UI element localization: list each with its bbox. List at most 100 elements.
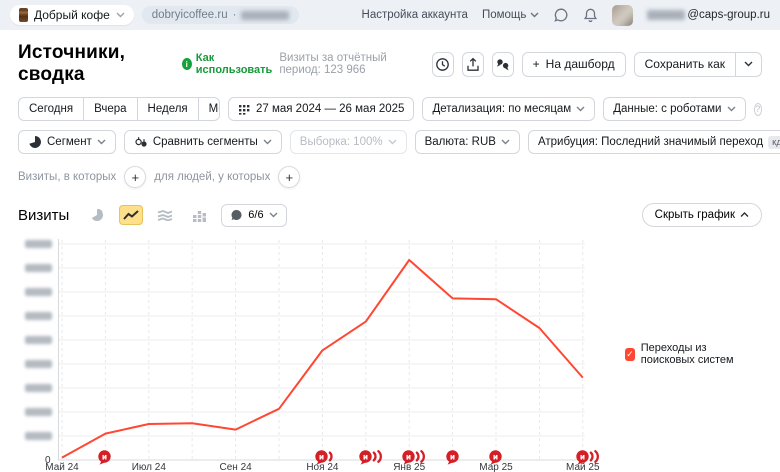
help-question-icon[interactable]: ? [754,103,763,116]
email-prefix-blurred [647,10,685,20]
chevron-down-icon [744,61,753,67]
email-domain: @caps-group.ru [687,9,770,21]
annotation-marker-фев-25[interactable]: и [446,450,472,471]
counter-domain[interactable]: dobryicoffee.ru · [142,6,300,24]
chevron-down-icon [388,139,397,145]
save-as-menu-button[interactable] [736,52,762,77]
y-tick-label-blurred [25,360,52,368]
annotation-marker-май-25[interactable]: и [576,450,602,471]
add-to-dashboard-button[interactable]: + На дашборд [522,52,626,77]
avatar[interactable] [612,5,633,26]
user-email[interactable]: @caps-group.ru [647,9,770,21]
plus-glyph: + [533,57,540,71]
attribution-label: Атрибуция: Последний значимый переход [538,136,763,148]
two-drops-icon [495,57,510,71]
visits-chart[interactable]: 0 Май 24Июл 24Сен 24Ноя 24Янв 25Мар 25Ма… [18,229,762,472]
svg-text:и: и [406,452,411,461]
chat-icon[interactable] [553,7,569,23]
y-tick-label-blurred [25,240,52,248]
compare-data-button[interactable] [492,52,514,77]
detalization-label: Детализация: по месяцам [432,103,571,115]
sampling-label: Выборка: 100% [300,136,383,148]
add-visit-filter-button[interactable]: + [124,166,146,188]
period-tabs: СегодняВчераНеделяМесяцКварталГод [18,97,220,121]
visits-filter-label: Визиты, в которых [18,171,116,183]
segment-button[interactable]: Сегмент [18,130,116,154]
chart-section-title: Визиты [18,207,69,224]
data-mode-label: Данные: с роботами [613,103,721,115]
people-filter-label: для людей, у которых [154,171,270,183]
currency-dropdown[interactable]: Валюта: RUB [415,130,520,154]
metrics-selector[interactable]: 6/6 [221,204,286,227]
metrics-counter: 6/6 [248,209,263,221]
chart-type-pie-button[interactable] [85,205,109,225]
chevron-down-icon [530,12,539,18]
hide-chart-label: Скрыть график [655,209,735,221]
project-selector[interactable]: Добрый кофе [10,5,134,25]
svg-text:и: и [493,452,498,461]
period-tab-месяц[interactable]: Месяц [198,98,220,120]
x-tick-label: Сен 24 [219,462,251,472]
annotation-marker-ноя-24[interactable]: и [315,450,341,471]
y-tick-label-blurred [25,432,52,440]
compare-segments-label: Сравнить сегменты [153,136,258,148]
legend-label: Переходы из поисковых систем [641,342,762,366]
chevron-up-icon [740,212,749,218]
save-as-button[interactable]: Сохранить как [634,52,736,77]
annotation-marker-янв-25[interactable]: и [402,450,428,471]
bell-icon[interactable] [583,7,598,23]
y-tick-label-blurred [25,336,52,344]
chevron-down-icon [97,139,106,145]
annotation-marker-июн-24[interactable]: и [98,450,124,471]
chevron-down-icon [269,212,278,218]
info-icon: i [182,58,192,70]
export-icon [466,57,480,72]
period-tab-неделя[interactable]: Неделя [137,98,198,120]
date-range-label: 27 мая 2024 — 26 мая 2025 [256,103,404,115]
chevron-down-icon [576,106,585,112]
period-tab-вчера[interactable]: Вчера [83,98,136,120]
comment-icon [230,209,243,221]
currency-label: Валюта: RUB [425,136,496,148]
page-title: Источники, сводка [18,42,172,86]
date-range-button[interactable]: 27 мая 2024 — 26 мая 2025 [228,97,414,121]
x-tick-label: Июл 24 [132,462,166,472]
x-tick-label: Май 24 [45,462,79,472]
dot-separator: · [233,9,237,21]
help-label: Помощь [482,9,526,21]
add-to-dashboard-label: На дашборд [546,57,615,71]
compare-segments-icon [134,136,148,149]
sampling-dropdown[interactable]: Выборка: 100% [290,130,407,154]
how-to-use-label: Как использовать [196,52,280,76]
svg-text:и: и [363,452,368,461]
help-menu[interactable]: Помощь [482,9,539,21]
chevron-down-icon [501,139,510,145]
compare-segments-button[interactable]: Сравнить сегменты [124,130,282,154]
legend-checkbox[interactable]: ✓ [625,348,635,361]
counter-id-blurred [241,11,289,20]
hide-chart-button[interactable]: Скрыть график [642,203,762,227]
chart-type-line-button[interactable] [119,205,143,225]
annotation-marker-мар-25[interactable]: и [489,450,515,471]
annotation-marker-дек-24[interactable]: и [359,450,385,471]
how-to-use-link[interactable]: i Как использовать [182,52,280,76]
account-settings-link[interactable]: Настройка аккаунта [362,9,468,21]
chart-type-areas-button[interactable] [153,205,177,225]
attribution-dropdown[interactable]: Атрибуция: Последний значимый переход кд [528,130,780,154]
visits-period-total: Визиты за отчётный период: 123 966 [279,52,419,76]
svg-text:и: и [102,452,107,461]
chevron-down-icon [263,139,272,145]
data-mode-dropdown[interactable]: Данные: с роботами [603,97,745,121]
svg-text:и: и [319,452,324,461]
top-bar: Добрый кофе dobryicoffee.ru · Настройка … [0,0,780,30]
legend-item-search-transitions[interactable]: ✓ Переходы из поисковых систем [625,342,762,366]
line-chart-icon [123,209,139,221]
chart-type-columns-button[interactable] [187,205,211,225]
history-button[interactable] [432,52,454,77]
period-tab-сегодня[interactable]: Сегодня [19,98,83,120]
export-button[interactable] [462,52,484,77]
y-tick-label-blurred [25,264,52,272]
clock-icon [435,57,450,72]
detalization-dropdown[interactable]: Детализация: по месяцам [422,97,595,121]
add-people-filter-button[interactable]: + [278,166,300,188]
